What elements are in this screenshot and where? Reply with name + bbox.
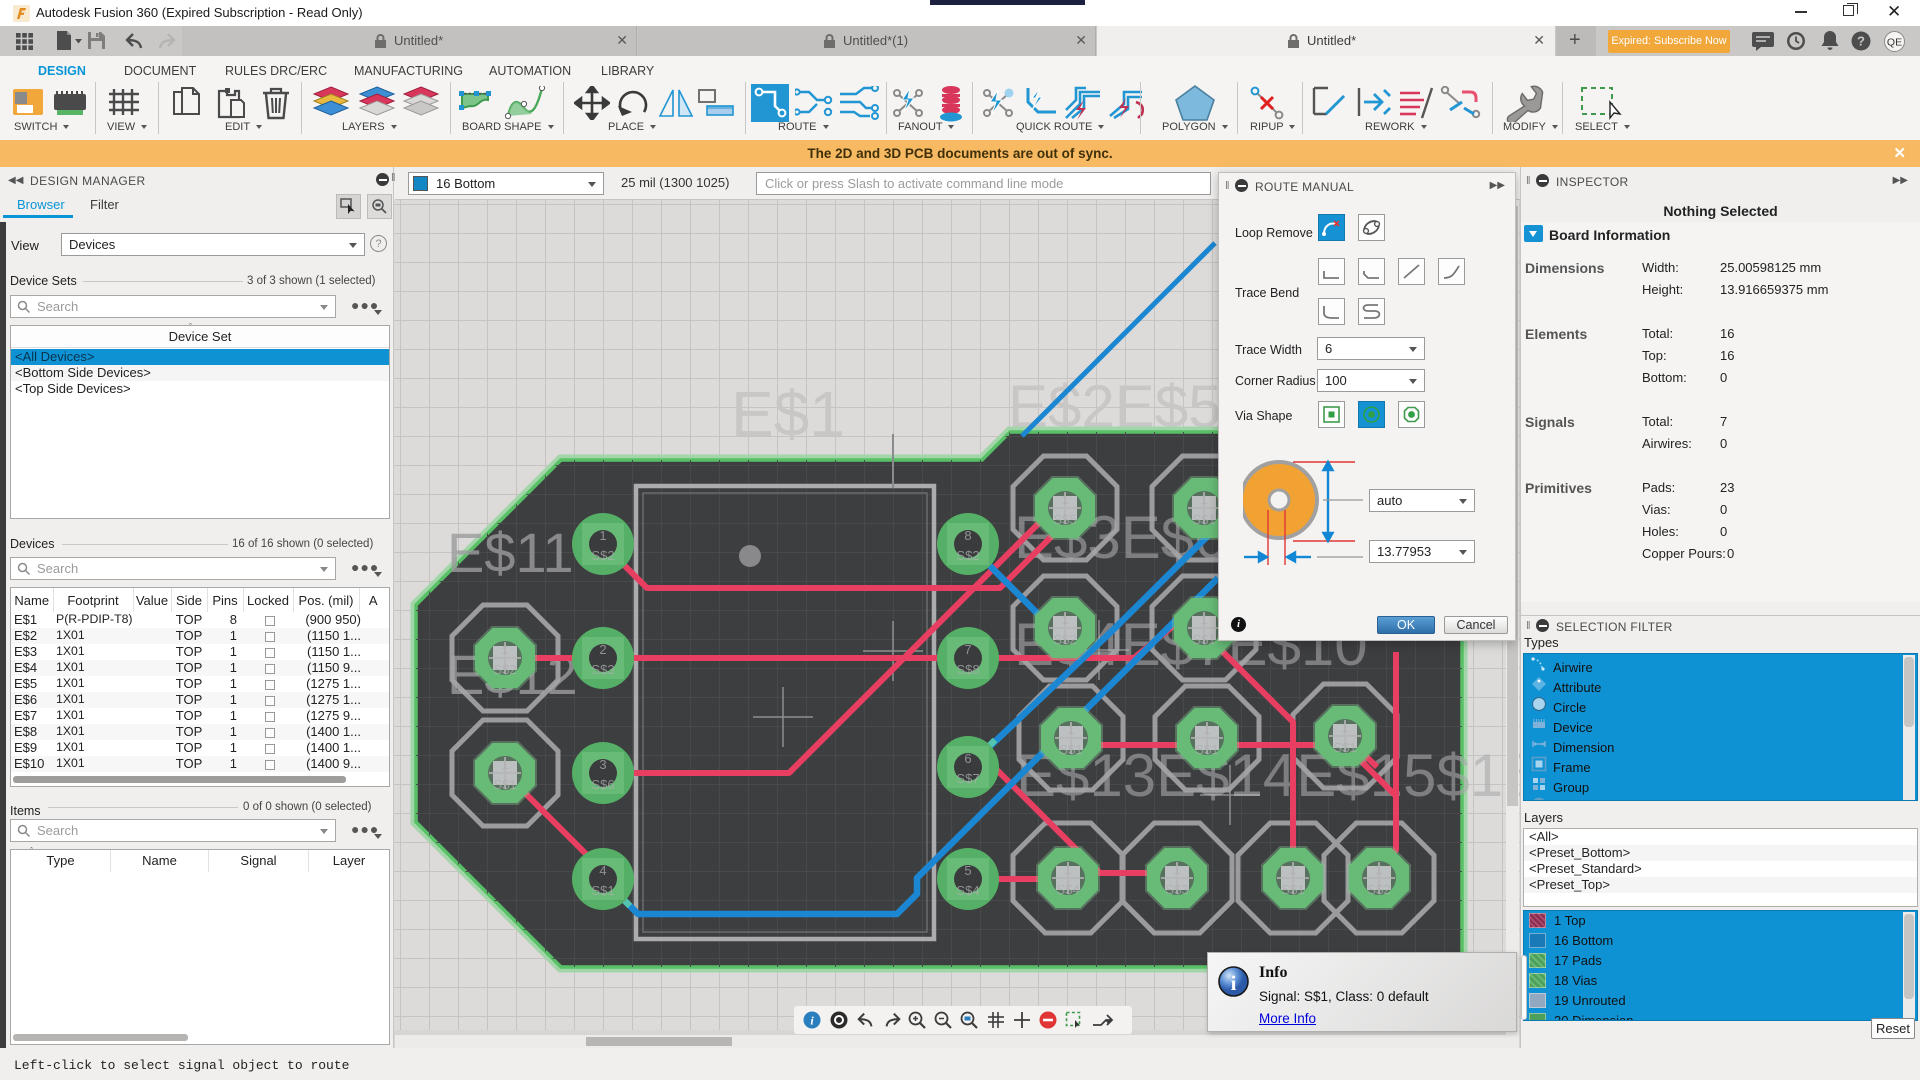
svg-text:7: 7 xyxy=(964,642,971,657)
svg-text:S$5: S$5 xyxy=(1053,512,1076,527)
svg-text:1: 1 xyxy=(1061,492,1068,507)
svg-text:i: i xyxy=(1231,971,1237,995)
svg-text:1: 1 xyxy=(1173,862,1180,877)
svg-text:S$3: S$3 xyxy=(1165,882,1188,897)
svg-text:S$1: S$1 xyxy=(1059,742,1082,757)
svg-text:S$1: S$1 xyxy=(1192,632,1215,647)
svg-text:1: 1 xyxy=(501,757,508,772)
svg-text:S$2: S$2 xyxy=(956,548,979,563)
svg-text:S$4: S$4 xyxy=(956,883,979,898)
svg-text:3: 3 xyxy=(599,757,606,772)
svg-text:1: 1 xyxy=(1289,862,1296,877)
svg-text:1: 1 xyxy=(1200,492,1207,507)
svg-text:S$2: S$2 xyxy=(1367,882,1390,897)
svg-text:S$1: S$1 xyxy=(1195,742,1218,757)
svg-text:?: ? xyxy=(1857,34,1865,49)
svg-text:1: 1 xyxy=(501,642,508,657)
svg-text:1: 1 xyxy=(1341,720,1348,735)
svg-text:E$1: E$1 xyxy=(731,378,845,450)
svg-text:1: 1 xyxy=(1375,862,1382,877)
svg-text:1: 1 xyxy=(1200,612,1207,627)
svg-text:8: 8 xyxy=(964,528,971,543)
svg-text:5: 5 xyxy=(964,863,971,878)
svg-text:S$1: S$1 xyxy=(1192,512,1215,527)
svg-text:S$6: S$6 xyxy=(591,777,614,792)
svg-text:S$4: S$4 xyxy=(1056,882,1079,897)
svg-text:S$1: S$1 xyxy=(493,777,516,792)
svg-text:S$1: S$1 xyxy=(1281,882,1304,897)
svg-text:S$2: S$2 xyxy=(493,662,516,677)
svg-text:1: 1 xyxy=(1064,862,1071,877)
svg-text:QE: QE xyxy=(1887,37,1902,49)
svg-text:1: 1 xyxy=(599,528,606,543)
svg-text:S$3: S$3 xyxy=(591,662,614,677)
svg-text:S$2: S$2 xyxy=(1053,632,1076,647)
svg-text:S$8: S$8 xyxy=(956,662,979,677)
svg-text:2: 2 xyxy=(599,642,606,657)
svg-text:S$2: S$2 xyxy=(591,548,614,563)
svg-text:6: 6 xyxy=(964,751,971,766)
svg-text:S$1: S$1 xyxy=(591,883,614,898)
svg-text:4: 4 xyxy=(599,863,606,878)
svg-text:1: 1 xyxy=(1067,722,1074,737)
svg-text:S$7: S$7 xyxy=(956,771,979,786)
svg-text:E$11: E$11 xyxy=(447,521,574,584)
svg-text:S$1: S$1 xyxy=(1333,740,1356,755)
svg-text:1: 1 xyxy=(1061,612,1068,627)
svg-text:1: 1 xyxy=(1203,722,1210,737)
